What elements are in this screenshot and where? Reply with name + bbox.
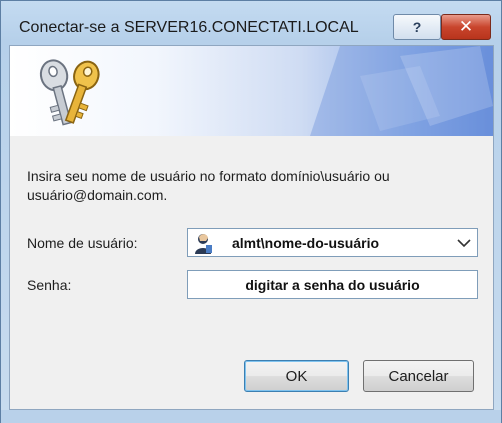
dialog-content: Insira seu nome de usuário no formato do…	[9, 45, 494, 410]
login-dialog: Conectar-se a SERVER16.CONECTATI.LOCAL ?…	[0, 0, 502, 423]
cancel-button[interactable]: Cancelar	[363, 360, 474, 392]
user-icon	[195, 234, 212, 254]
password-input[interactable]: digitar a senha do usuário	[187, 270, 478, 299]
username-combobox[interactable]: almt\nome-do-usuário	[187, 228, 478, 257]
instruction-text: Insira seu nome de usuário no formato do…	[27, 168, 390, 203]
help-button[interactable]: ?	[393, 14, 441, 40]
close-button[interactable]: ✕	[441, 14, 491, 40]
password-label: Senha:	[27, 277, 72, 293]
title-bar[interactable]: Conectar-se a SERVER16.CONECTATI.LOCAL ?…	[1, 1, 501, 45]
chevron-down-icon[interactable]	[457, 238, 471, 248]
ok-button[interactable]: OK	[244, 360, 349, 392]
username-label: Nome de usuário:	[27, 235, 138, 251]
help-icon: ?	[412, 19, 422, 35]
password-value: digitar a senha do usuário	[245, 276, 420, 293]
dialog-title: Conectar-se a SERVER16.CONECTATI.LOCAL	[19, 19, 359, 36]
close-icon: ✕	[458, 17, 474, 37]
window-bottom-edge	[1, 410, 501, 423]
header-banner	[10, 46, 493, 136]
username-value: almt\nome-do-usuário	[232, 235, 380, 251]
keys-icon	[39, 59, 100, 126]
